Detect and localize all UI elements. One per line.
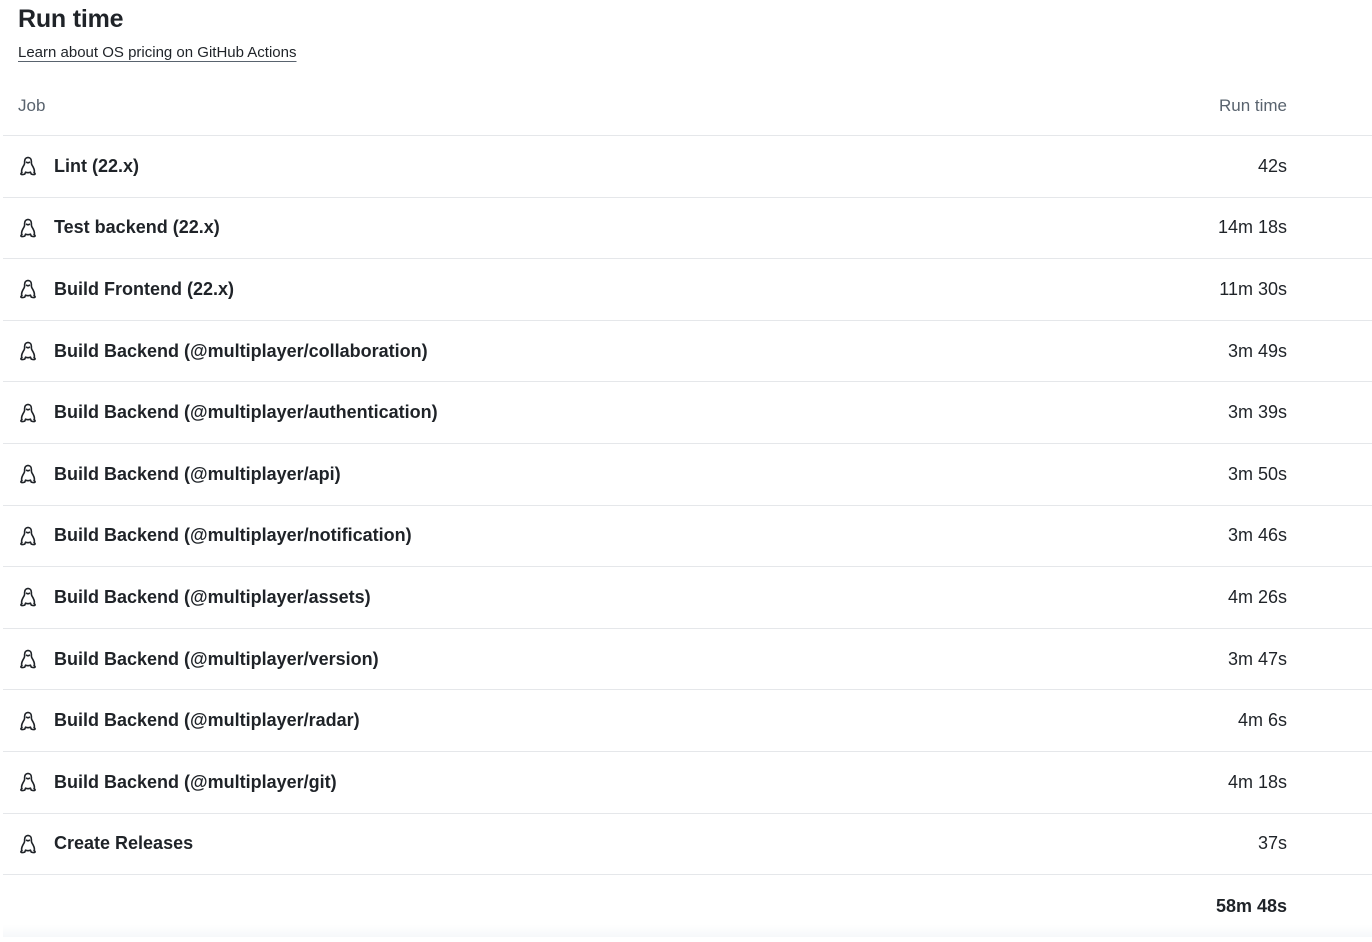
table-row: Build Backend (@multiplayer/collaboratio… [3, 321, 1372, 383]
table-row: Test backend (22.x) 14m 18s [3, 198, 1372, 260]
linux-penguin-icon [18, 586, 38, 608]
job-cell: Build Backend (@multiplayer/radar) [18, 710, 360, 732]
table-body: Lint (22.x) 42s Test backend (22.x) 14m … [3, 136, 1372, 876]
job-run-time: 3m 39s [1227, 402, 1287, 423]
job-cell: Build Backend (@multiplayer/collaboratio… [18, 340, 428, 362]
table-row: Build Backend (@multiplayer/notification… [3, 506, 1372, 568]
run-time-page: Run time Learn about OS pricing on GitHu… [0, 0, 1372, 942]
table-row: Build Backend (@multiplayer/api) 3m 50s [3, 444, 1372, 506]
job-cell: Build Backend (@multiplayer/authenticati… [18, 402, 438, 424]
linux-penguin-icon [18, 525, 38, 547]
job-cell: Build Frontend (22.x) [18, 278, 234, 300]
job-cell: Create Releases [18, 833, 193, 855]
job-cell: Build Backend (@multiplayer/notification… [18, 525, 412, 547]
job-run-time: 4m 18s [1227, 771, 1287, 792]
job-name[interactable]: Build Backend (@multiplayer/notification… [54, 525, 412, 546]
column-header-run-time: Run time [1218, 95, 1287, 115]
job-run-time: 4m 26s [1227, 586, 1287, 607]
table-row: Build Frontend (22.x) 11m 30s [3, 259, 1372, 321]
job-run-time: 3m 50s [1227, 463, 1287, 484]
job-cell: Build Backend (@multiplayer/git) [18, 771, 337, 793]
job-run-time: 3m 46s [1227, 525, 1287, 546]
job-name[interactable]: Build Backend (@multiplayer/authenticati… [54, 402, 438, 423]
job-run-time: 42s [1257, 155, 1287, 176]
table-row: Build Backend (@multiplayer/assets) 4m 2… [3, 567, 1372, 629]
linux-penguin-icon [18, 771, 38, 793]
job-cell: Build Backend (@multiplayer/api) [18, 463, 341, 485]
job-cell: Build Backend (@multiplayer/version) [18, 648, 379, 670]
table-row: Build Backend (@multiplayer/authenticati… [3, 382, 1372, 444]
job-cell: Test backend (22.x) [18, 217, 220, 239]
job-name[interactable]: Build Backend (@multiplayer/api) [54, 464, 341, 485]
job-run-time: 37s [1257, 833, 1287, 854]
table-row: Create Releases 37s [3, 814, 1372, 876]
page-title: Run time [18, 5, 124, 33]
table-row: Lint (22.x) 42s [3, 136, 1372, 198]
job-run-time: 3m 49s [1227, 340, 1287, 361]
job-name[interactable]: Create Releases [54, 833, 193, 854]
job-run-time: 11m 30s [1219, 278, 1287, 299]
run-time-table: Job Run time Lint (22.x) 42s Test backen… [3, 76, 1372, 938]
table-row: Build Backend (@multiplayer/version) 3m … [3, 629, 1372, 691]
job-name[interactable]: Build Backend (@multiplayer/version) [54, 649, 379, 670]
job-name[interactable]: Lint (22.x) [54, 156, 139, 177]
job-name[interactable]: Build Backend (@multiplayer/radar) [54, 710, 360, 731]
linux-penguin-icon [18, 463, 38, 485]
job-name[interactable]: Test backend (22.x) [54, 217, 220, 238]
linux-penguin-icon [18, 710, 38, 732]
linux-penguin-icon [18, 340, 38, 362]
job-run-time: 3m 47s [1227, 648, 1287, 669]
linux-penguin-icon [18, 648, 38, 670]
linux-penguin-icon [18, 833, 38, 855]
job-name[interactable]: Build Backend (@multiplayer/collaboratio… [54, 341, 428, 362]
linux-penguin-icon [18, 278, 38, 300]
os-pricing-link[interactable]: Learn about OS pricing on GitHub Actions [18, 44, 297, 62]
total-row: 58m 48s [3, 875, 1372, 938]
table-header: Job Run time [3, 76, 1372, 136]
job-name[interactable]: Build Backend (@multiplayer/assets) [54, 587, 371, 608]
job-run-time: 4m 6s [1237, 710, 1287, 731]
job-name[interactable]: Build Backend (@multiplayer/git) [54, 772, 337, 793]
column-header-job: Job [18, 95, 46, 115]
linux-penguin-icon [18, 155, 38, 177]
linux-penguin-icon [18, 402, 38, 424]
linux-penguin-icon [18, 217, 38, 239]
job-cell: Lint (22.x) [18, 155, 139, 177]
job-run-time: 14m 18s [1217, 217, 1287, 238]
run-time-header: Run time Learn about OS pricing on GitHu… [18, 4, 297, 62]
table-row: Build Backend (@multiplayer/git) 4m 18s [3, 752, 1372, 814]
job-name[interactable]: Build Frontend (22.x) [54, 279, 234, 300]
table-row: Build Backend (@multiplayer/radar) 4m 6s [3, 690, 1372, 752]
job-cell: Build Backend (@multiplayer/assets) [18, 586, 371, 608]
total-run-time: 58m 48s [1215, 895, 1287, 916]
